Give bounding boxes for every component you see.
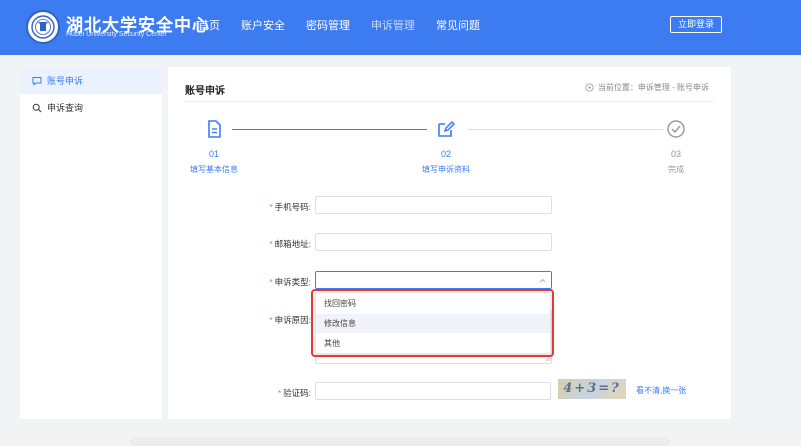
nav-account-security[interactable]: 账户安全	[241, 17, 285, 33]
edit-icon	[438, 120, 456, 137]
chevron-up-icon	[539, 278, 546, 283]
nav-password-management[interactable]: 密码管理	[306, 17, 350, 33]
email-input[interactable]	[315, 233, 552, 251]
step-connector-1	[232, 129, 427, 130]
captcha-input[interactable]	[315, 382, 551, 400]
captcha-label: * 验证码:	[277, 388, 311, 398]
breadcrumb-text: 当前位置：申诉管理 - 账号申诉	[597, 83, 709, 92]
document-icon	[208, 120, 221, 138]
page-title: 账号申诉	[185, 86, 225, 97]
email-label: * 邮箱地址:	[269, 239, 311, 249]
university-seal-icon	[26, 10, 60, 44]
phone-label: * 手机号码:	[269, 202, 311, 212]
breadcrumb: 当前位置：申诉管理 - 账号申诉	[585, 82, 709, 93]
chat-icon	[32, 76, 42, 86]
title-divider	[185, 101, 714, 102]
nav-home[interactable]: 首页	[198, 17, 220, 33]
main-nav: 首页 账户安全 密码管理 申诉管理 常见问题	[198, 17, 501, 33]
sidebar-item-account-appeal[interactable]: 账号申诉	[20, 67, 162, 94]
sidebar-item-label: 申诉查询	[47, 103, 84, 113]
check-circle-icon	[667, 120, 685, 138]
footer-copyright-bar	[130, 437, 670, 446]
step-2-number: 02	[440, 149, 451, 159]
top-header: 湖北大学安全中心 Hubei University Security Cente…	[0, 0, 801, 55]
step-2-name: 填写申诉资料	[422, 165, 470, 174]
dropdown-highlight-box	[311, 289, 554, 357]
phone-input[interactable]	[315, 196, 552, 214]
step-1-name: 填写基本信息	[190, 165, 238, 174]
step-3-number: 03	[670, 149, 681, 159]
location-pin-icon	[585, 83, 594, 92]
captcha-image[interactable]: 4+3=?	[558, 379, 626, 399]
nav-appeal-management[interactable]: 申诉管理	[371, 17, 415, 33]
site-subtitle: Hubei University Security Center	[66, 31, 168, 38]
appeal-type-label: * 申诉类型:	[269, 277, 311, 287]
login-button[interactable]: 立即登录	[670, 16, 722, 33]
refresh-captcha-link[interactable]: 看不清,换一张	[636, 385, 686, 396]
appeal-reason-label: * 申诉原因:	[269, 315, 311, 325]
sidebar: 账号申诉 申诉查询	[20, 67, 162, 419]
search-icon	[32, 103, 42, 112]
step-connector-2	[468, 129, 663, 130]
nav-faq[interactable]: 常见问题	[436, 17, 480, 33]
sidebar-item-label: 账号申诉	[47, 76, 84, 86]
step-1-number: 01	[208, 149, 219, 159]
step-3-name: 完成	[668, 165, 684, 174]
sidebar-item-appeal-query[interactable]: 申诉查询	[20, 94, 162, 121]
appeal-type-select[interactable]	[315, 271, 552, 289]
